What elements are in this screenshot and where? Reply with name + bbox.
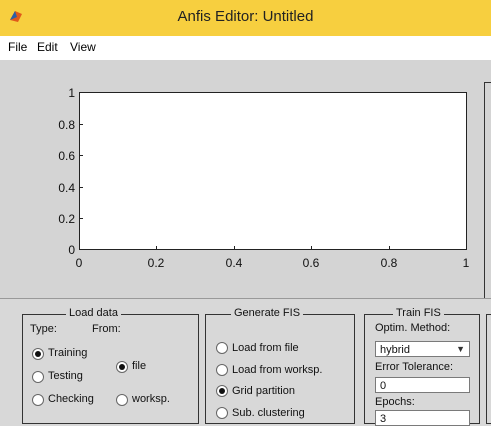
x-tick <box>156 246 157 250</box>
type-label: Type: <box>30 323 57 335</box>
training-label: Training <box>48 347 88 359</box>
from-workspace-radio[interactable] <box>116 394 128 406</box>
right-panel <box>484 82 491 298</box>
menu-edit[interactable]: Edit <box>37 40 58 54</box>
menu-view[interactable]: View <box>70 40 96 54</box>
testing-radio[interactable] <box>32 371 44 383</box>
menu-bar: File Edit View <box>0 36 491 60</box>
checking-label: Checking <box>48 393 94 405</box>
load-from-workspace-radio[interactable] <box>216 364 228 376</box>
optim-method-label: Optim. Method: <box>375 322 451 334</box>
plot-axes <box>79 92 467 250</box>
generate-fis-title: Generate FIS <box>231 307 304 319</box>
y-tick <box>79 249 83 250</box>
training-radio[interactable] <box>32 348 44 360</box>
load-data-title: Load data <box>66 307 121 319</box>
chevron-down-icon: ▼ <box>456 344 465 354</box>
y-tick-label: 0.6 <box>58 149 75 163</box>
divider <box>0 298 491 299</box>
y-tick <box>79 218 83 219</box>
sub-clustering-radio[interactable] <box>216 407 228 419</box>
x-tick-label: 0.2 <box>147 256 165 270</box>
y-tick-label: 0.4 <box>58 181 75 195</box>
checking-radio[interactable] <box>32 394 44 406</box>
next-group-edge <box>486 314 491 424</box>
grid-partition-label: Grid partition <box>232 385 295 397</box>
y-tick <box>79 155 83 156</box>
y-tick <box>79 187 83 188</box>
sub-clustering-label: Sub. clustering <box>232 407 305 419</box>
testing-label: Testing <box>48 370 83 382</box>
error-tolerance-input[interactable]: 0 <box>375 377 470 393</box>
x-tick-label: 1 <box>462 256 470 270</box>
load-from-workspace-label: Load from worksp. <box>232 364 323 376</box>
load-data-group: Load data Type: From: Training Testing C… <box>22 307 199 424</box>
x-tick-label: 0.6 <box>302 256 320 270</box>
optim-method-select[interactable]: hybrid ▼ <box>375 341 470 357</box>
title-bar: Anfis Editor: Untitled <box>0 0 491 36</box>
load-from-file-radio[interactable] <box>216 342 228 354</box>
y-tick <box>79 124 83 125</box>
from-workspace-label: worksp. <box>132 393 170 405</box>
grid-partition-radio[interactable] <box>216 385 228 397</box>
menu-file[interactable]: File <box>8 40 27 54</box>
from-file-label: file <box>132 360 147 372</box>
y-tick-label: 0.2 <box>58 212 75 226</box>
error-tolerance-label: Error Tolerance: <box>375 361 454 373</box>
optim-method-value: hybrid <box>380 344 410 356</box>
y-tick <box>79 92 83 93</box>
x-tick-label: 0.4 <box>225 256 243 270</box>
epochs-input[interactable]: 3 <box>375 410 470 426</box>
x-tick-label: 0 <box>75 256 83 270</box>
x-tick <box>234 246 235 250</box>
x-tick <box>311 246 312 250</box>
bottom-panel: Load data Type: From: Training Testing C… <box>0 298 491 426</box>
from-file-radio[interactable] <box>116 361 128 373</box>
load-from-file-label: Load from file <box>232 342 299 354</box>
from-label: From: <box>92 323 121 335</box>
epochs-label: Epochs: <box>375 396 415 408</box>
x-tick-label: 0.8 <box>380 256 398 270</box>
x-tick <box>389 246 390 250</box>
generate-fis-group: Generate FIS Load from file Load from wo… <box>205 307 355 424</box>
train-fis-group: Train FIS Optim. Method: hybrid ▼ Error … <box>364 307 480 426</box>
y-tick-label: 0 <box>68 243 75 257</box>
plot-area: 0 0.2 0.4 0.6 0.8 1 0 0.2 0.4 0.6 0.8 1 <box>0 60 491 298</box>
train-fis-title: Train FIS <box>393 307 444 319</box>
window-title: Anfis Editor: Untitled <box>177 8 314 25</box>
y-tick-label: 1 <box>68 86 75 100</box>
y-tick-label: 0.8 <box>58 118 75 132</box>
